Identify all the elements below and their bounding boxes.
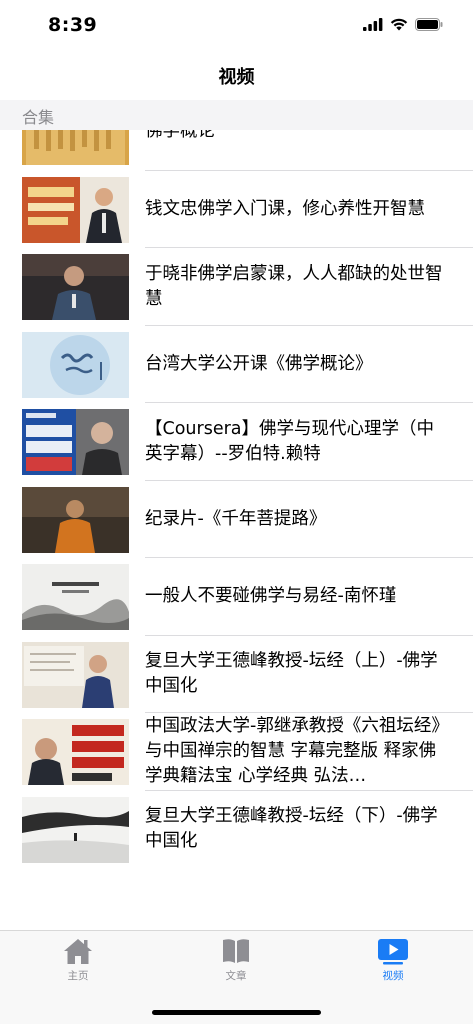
video-title: 钱文忠佛学入门课，修心养性开智慧 — [145, 198, 425, 219]
list-item[interactable]: 复旦大学王德峰教授-坛经（上）-佛学中国化 — [0, 636, 473, 713]
video-thumbnail — [22, 641, 129, 708]
video-title: 台湾大学公开课《佛学概论》 — [145, 353, 373, 374]
video-title: 于晓非佛学启蒙课，人人都缺的处世智慧 — [145, 263, 443, 309]
video-title: 复旦大学王德峰教授-坛经（下）-佛学中国化 — [145, 806, 438, 852]
list-item[interactable]: 中国政法大学-郭继承教授《六祖坛经》与中国禅宗的智慧 字幕完整版 释家佛学典籍法… — [0, 713, 473, 791]
list-item[interactable]: 【Coursera】佛学与现代心理学（中英字幕）--罗伯特.赖特 — [0, 403, 473, 481]
tab-label: 主页 — [67, 970, 89, 982]
battery-icon — [415, 18, 443, 31]
video-thumbnail — [22, 486, 129, 553]
house-icon — [64, 939, 92, 964]
book-icon — [223, 939, 249, 963]
list-item[interactable]: 一般人不要碰佛学与易经-南怀瑾 — [0, 558, 473, 636]
tab-label: 视频 — [382, 970, 404, 982]
signal-icon — [363, 18, 383, 31]
list-item[interactable]: 于晓非佛学启蒙课，人人都缺的处世智慧 — [0, 248, 473, 326]
video-thumbnail — [22, 331, 129, 398]
tab-bar: 主页 文章 视频 — [0, 930, 473, 1024]
video-thumbnail — [22, 796, 129, 863]
video-title: 【Coursera】佛学与现代心理学（中英字幕）--罗伯特.赖特 — [145, 418, 435, 464]
tab-videos[interactable]: 视频 — [343, 937, 443, 983]
section-title: 合集 — [22, 108, 55, 127]
wifi-icon — [390, 18, 408, 31]
video-title: 纪录片-《千年菩提路》 — [145, 508, 327, 529]
status-icons — [363, 18, 443, 31]
video-thumbnail — [22, 564, 129, 630]
play-icon — [378, 939, 408, 965]
video-thumbnail — [22, 254, 129, 320]
tab-articles[interactable]: 文章 — [186, 937, 286, 983]
list-item[interactable]: 钱文忠佛学入门课，修心养性开智慧 — [0, 171, 473, 248]
status-time: 8:39 — [48, 14, 98, 36]
video-thumbnail — [22, 176, 129, 243]
home-indicator — [152, 1010, 321, 1015]
list-rows: 佛学概论 钱文忠佛学入门课，修心养性开智慧 于晓非佛学启蒙课，人人都缺的处世智慧… — [0, 100, 473, 868]
navigation-bar: 视频 — [0, 56, 473, 100]
video-title: 复旦大学王德峰教授-坛经（上）-佛学中国化 — [145, 651, 438, 697]
section-header: 合集 — [0, 100, 473, 130]
page-title: 视频 — [218, 67, 255, 88]
video-title: 中国政法大学-郭继承教授《六祖坛经》与中国禅宗的智慧 字幕完整版 释家佛学典籍法… — [145, 716, 449, 787]
video-collection-list[interactable]: 合集 佛学概论 钱文忠佛学入门课，修心养性开智慧 于晓非佛学启蒙课，人人都缺的处… — [0, 100, 473, 930]
video-title: 一般人不要碰佛学与易经-南怀瑾 — [145, 586, 397, 607]
video-thumbnail — [22, 719, 129, 785]
status-bar: 8:39 — [0, 0, 473, 56]
tab-home[interactable]: 主页 — [28, 937, 128, 983]
list-item[interactable]: 复旦大学王德峰教授-坛经（下）-佛学中国化 — [0, 791, 473, 869]
list-item[interactable]: 台湾大学公开课《佛学概论》 — [0, 326, 473, 403]
list-item[interactable]: 纪录片-《千年菩提路》 — [0, 481, 473, 558]
tab-label: 文章 — [225, 970, 247, 982]
video-thumbnail — [22, 409, 129, 475]
